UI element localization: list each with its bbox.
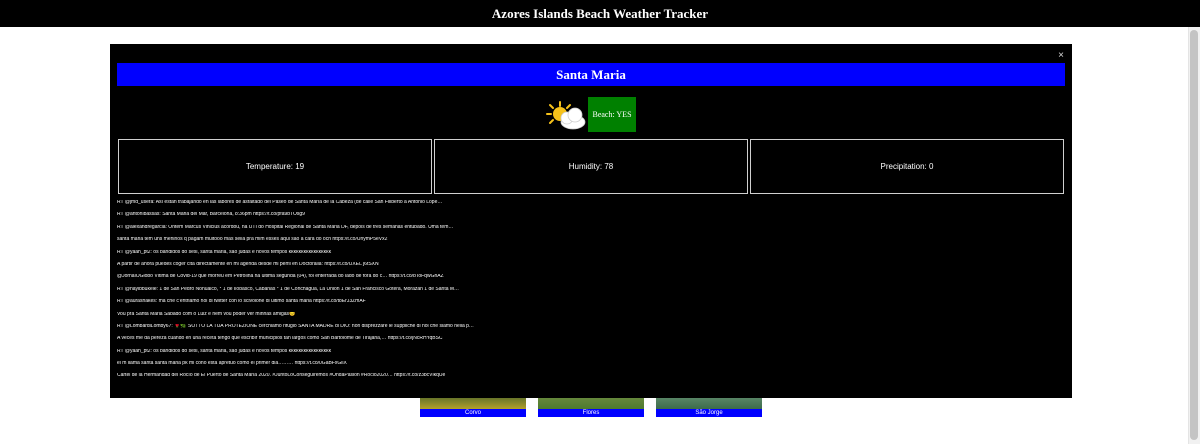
tweet-item: RT @aurashakes: ma che c'entriamo noi di… xyxy=(117,299,366,305)
tweet-item: Cartel de la Hermandad del Rocío de El P… xyxy=(117,373,446,379)
island-thumbnails: Corvo Flores São Jorge xyxy=(420,396,762,417)
app-title: Azores Islands Beach Weather Tracker xyxy=(491,5,709,21)
tweet-item: RT @antonibassas: Santa Maria del Mar, B… xyxy=(117,212,305,218)
stat-humidity: Humidity: 78 xyxy=(434,139,748,194)
tweet-item: A veces me da pereza cuando en una recet… xyxy=(117,336,443,342)
tweet-item: santa maria tem uns meninos q pagam muit… xyxy=(117,237,388,243)
beach-status-badge: Beach: YES xyxy=(588,97,636,132)
stat-precipitation: Precipitation: 0 xyxy=(750,139,1064,194)
island-label: Flores xyxy=(538,409,644,417)
tweet-item: el m llama santa santa maria pk mi coño … xyxy=(117,361,347,367)
weather-stats: Temperature: 19 Humidity: 78 Precipitati… xyxy=(118,139,1064,194)
tweet-item: @JornalOGlobo Vítima de Covid-19 que mor… xyxy=(117,274,444,280)
island-detail-modal: × Santa Maria Beach: YES Temperature: 19… xyxy=(110,44,1072,398)
tweet-list: RT @jmd_usera: Así están trabajando en l… xyxy=(117,200,527,386)
tweet-item: A partir de ahora puedes coger cita dire… xyxy=(117,261,379,267)
island-card-sao-jorge[interactable]: São Jorge xyxy=(656,396,762,417)
island-name: Santa Maria xyxy=(556,66,626,82)
island-card-corvo[interactable]: Corvo xyxy=(420,396,526,417)
close-icon[interactable]: × xyxy=(1058,51,1064,61)
island-label: Corvo xyxy=(420,409,526,417)
partly-cloudy-icon xyxy=(546,101,586,130)
tweet-item: RT @jmd_usera: Así están trabajando en l… xyxy=(117,200,443,205)
scrollbar-thumb[interactable] xyxy=(1190,30,1198,440)
stat-temperature: Temperature: 19 xyxy=(118,139,432,194)
header-bar: Azores Islands Beach Weather Tracker xyxy=(0,0,1200,27)
island-label: São Jorge xyxy=(656,409,762,417)
island-banner: Santa Maria xyxy=(117,63,1065,86)
tweet-item: RT @yaah_pt2: os bandidos do sesi, santa… xyxy=(117,348,332,354)
tweet-item: RT @nayibbukele: 1 de San Pedro Nonualco… xyxy=(117,286,460,292)
tweet-item: RT @yaah_pt2: os bandidos do sesi, santa… xyxy=(117,249,332,255)
tweet-item: RT @LombardiLomby67: 🌹🌿 SOTTO LA TUA PRO… xyxy=(117,323,474,329)
tweet-item: Vou pra Santa Maria Sábado com o Luiz e … xyxy=(117,311,296,317)
tweet-item: RT @alexandregarcia: Ontem Marcus Vinici… xyxy=(117,224,454,230)
island-card-flores[interactable]: Flores xyxy=(538,396,644,417)
